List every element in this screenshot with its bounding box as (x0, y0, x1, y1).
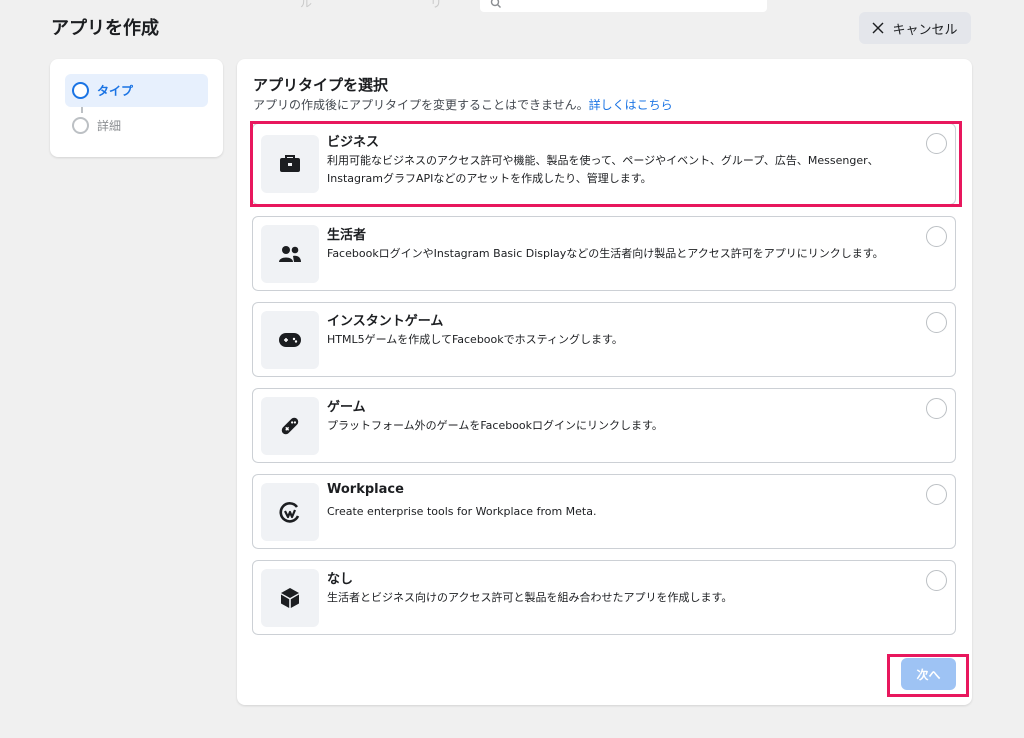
option-description: FacebookログインやInstagram Basic Displayなどの生… (327, 247, 884, 260)
app-type-option-gaming[interactable]: ゲーム プラットフォーム外のゲームをFacebookログインにリンクします。 (252, 388, 956, 463)
step-status-icon (72, 117, 89, 134)
option-radio[interactable] (926, 226, 947, 247)
option-title: Workplace (327, 482, 404, 497)
option-title: ゲーム (327, 400, 366, 415)
option-title: ビジネス (327, 135, 380, 150)
option-title: 生活者 (327, 228, 367, 243)
option-radio[interactable] (926, 484, 947, 505)
option-radio[interactable] (926, 312, 947, 333)
next-button[interactable]: 次へ (901, 658, 956, 690)
option-radio[interactable] (926, 133, 947, 154)
top-nav-item[interactable]: リ (430, 0, 442, 11)
top-search-input[interactable] (480, 0, 767, 12)
option-radio[interactable] (926, 398, 947, 419)
section-title: アプリタイプを選択 (253, 76, 389, 94)
app-type-option-none[interactable]: なし 生活者とビジネス向けのアクセス許可と製品を組み合わせたアプリを作成します。 (252, 560, 956, 635)
search-icon (490, 0, 502, 15)
top-nav-item[interactable]: ル (300, 0, 312, 11)
learn-more-link[interactable]: 詳しくはこちら (589, 98, 673, 112)
step-status-icon (72, 82, 89, 99)
step-type[interactable]: タイプ (65, 74, 208, 107)
step-navigation: タイプ 詳細 (50, 59, 223, 157)
people-icon (261, 225, 319, 283)
cancel-button-label: キャンセル (892, 22, 958, 38)
app-type-option-workplace[interactable]: Workplace Create enterprise tools for Wo… (252, 474, 956, 549)
option-description: プラットフォーム外のゲームをFacebookログインにリンクします。 (327, 419, 663, 432)
game-controller-icon (261, 397, 319, 455)
option-title: インスタントゲーム (327, 314, 444, 329)
close-icon (872, 22, 884, 34)
page-title: アプリを作成 (51, 18, 159, 39)
step-label: 詳細 (97, 119, 122, 133)
workplace-icon (261, 483, 319, 541)
cancel-button[interactable]: キャンセル (859, 12, 971, 44)
app-type-option-consumer[interactable]: 生活者 FacebookログインやInstagram Basic Display… (252, 216, 956, 291)
briefcase-icon (261, 135, 319, 193)
subtitle-text: アプリの作成後にアプリタイプを変更することはできません。 (253, 98, 589, 112)
option-radio[interactable] (926, 570, 947, 591)
option-title: なし (327, 572, 354, 587)
app-type-option-instant-games[interactable]: インスタントゲーム HTML5ゲームを作成してFacebookでホスティングしま… (252, 302, 956, 377)
option-description: Create enterprise tools for Workplace fr… (327, 505, 597, 518)
app-type-card: アプリタイプを選択 アプリの作成後にアプリタイプを変更することはできません。詳し… (237, 59, 972, 705)
option-description: 利用可能なビジネスのアクセス許可や機能、製品を使って、ページやイベント、グループ… (327, 154, 879, 185)
cube-icon (261, 569, 319, 627)
step-label: タイプ (97, 84, 134, 98)
option-description: HTML5ゲームを作成してFacebookでホスティングします。 (327, 333, 623, 346)
step-details: 詳細 (65, 109, 208, 142)
option-description: 生活者とビジネス向けのアクセス許可と製品を組み合わせたアプリを作成します。 (327, 591, 733, 604)
section-subtitle: アプリの作成後にアプリタイプを変更することはできません。詳しくはこちら (253, 96, 673, 113)
gamepad-icon (261, 311, 319, 369)
app-type-option-business[interactable]: ビジネス 利用可能なビジネスのアクセス許可や機能、製品を使って、ページやイベント… (252, 123, 956, 205)
